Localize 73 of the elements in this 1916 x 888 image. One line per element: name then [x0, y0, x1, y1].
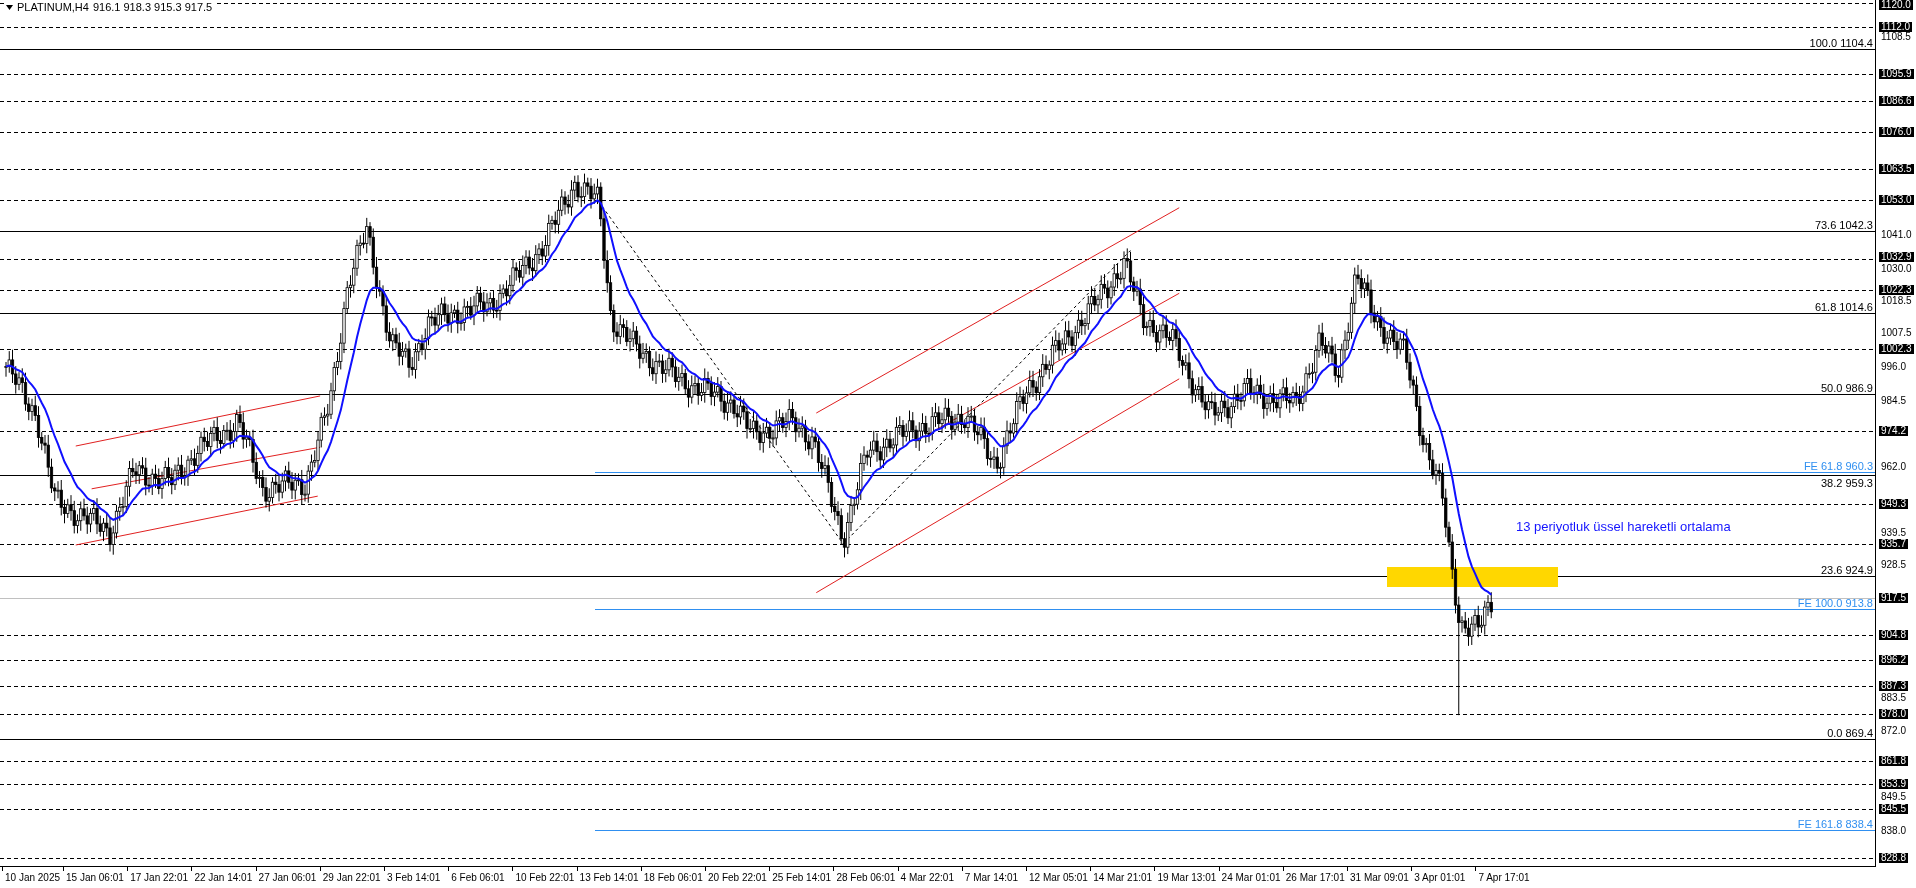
- level-label: FE 61.8 960.3: [1803, 460, 1873, 472]
- time-axis-label: 7 Apr 17:01: [1478, 872, 1530, 883]
- time-axis-label: 28 Feb 06:01: [836, 872, 896, 883]
- price-axis-label: 1095.9: [1879, 69, 1914, 79]
- time-axis-label: 20 Feb 22:01: [708, 872, 767, 883]
- time-axis-label: 3 Apr 01:01: [1414, 872, 1466, 883]
- price-axis-label: 849.5: [1880, 792, 1908, 802]
- price-axis-label: 1002.3: [1879, 344, 1914, 354]
- price-axis-label: 1112.0: [1879, 22, 1913, 32]
- price-axis-label: 845.5: [1879, 804, 1909, 814]
- level-label: FE 161.8 838.4: [1797, 818, 1873, 830]
- price-axis-label: 1063.5: [1879, 164, 1914, 174]
- level-label: 38.2 959.3: [1821, 477, 1873, 489]
- price-axis-label: 1108.5: [1880, 32, 1912, 42]
- price-axis-label: 1032.9: [1879, 252, 1914, 262]
- time-axis-label: 24 Mar 01:01: [1221, 872, 1281, 883]
- price-axis-label: 1007.5: [1880, 328, 1913, 338]
- time-axis-label: 13 Feb 14:01: [579, 872, 639, 883]
- price-axis-label: 928.5: [1880, 560, 1908, 570]
- price-axis-label: 896.2: [1879, 655, 1909, 665]
- price-axis-label: 838.0: [1880, 826, 1908, 836]
- price-axis-label: 904.8: [1879, 630, 1909, 640]
- price-axis-label: 883.5: [1880, 693, 1908, 703]
- time-axis-label: 25 Feb 14:01: [772, 872, 832, 883]
- price-axis-label: 1076.0: [1879, 127, 1914, 137]
- price-axis-label: 974.2: [1879, 426, 1909, 436]
- time-axis-label: 14 Mar 21:01: [1093, 872, 1153, 883]
- price-axis-label: 1018.5: [1880, 296, 1913, 306]
- price-axis-label: 861.8: [1879, 756, 1909, 766]
- price-axis-label: 887.3: [1879, 681, 1909, 691]
- level-label: 23.6 924.9: [1821, 564, 1873, 576]
- price-axis-label: 984.5: [1880, 396, 1908, 406]
- time-axis-label: 6 Feb 06:01: [451, 872, 505, 883]
- price-axis-label: 939.5: [1880, 528, 1908, 538]
- price-axis-label: 853.9: [1879, 779, 1909, 789]
- price-axis-label: 949.3: [1879, 499, 1909, 509]
- price-quote: 916.1 918.3 915.3 917.5: [92, 1, 213, 13]
- price-axis-label: 996.0: [1880, 362, 1908, 372]
- price-axis-label: 1022.3: [1879, 285, 1914, 295]
- price-axis-label: 878.0: [1879, 709, 1909, 719]
- time-axis-label: 18 Feb 06:01: [643, 872, 703, 883]
- time-axis-label: 27 Jan 06:01: [258, 872, 317, 883]
- time-axis-label: 29 Jan 22:01: [322, 872, 381, 883]
- level-label: 50.0 986.9: [1821, 382, 1873, 394]
- price-axis-label: 962.0: [1880, 462, 1908, 472]
- level-label: FE 100.0 913.8: [1797, 597, 1873, 609]
- time-axis-label: 15 Jan 06:01: [66, 872, 124, 883]
- time-axis-label: 26 Mar 17:01: [1285, 872, 1345, 883]
- symbol-label: PLATINUM,H4: [17, 1, 89, 13]
- level-label: 61.8 1014.6: [1814, 301, 1873, 313]
- time-axis-label: 19 Mar 13:01: [1157, 872, 1217, 883]
- level-label: 100.0 1104.4: [1809, 37, 1873, 49]
- time-axis-label: 10 Feb 22:01: [515, 872, 575, 883]
- level-label: 0.0 869.4: [1827, 727, 1873, 739]
- price-axis-label: 1086.6: [1879, 96, 1914, 106]
- price-axis-label: 1120.0: [1879, 0, 1913, 10]
- time-axis-label: 7 Mar 14:01: [964, 872, 1019, 883]
- price-axis-label: 935.7: [1879, 539, 1909, 549]
- time-axis-label: 10 Jan 2025: [5, 872, 61, 883]
- price-axis-label: 872.0: [1880, 726, 1908, 736]
- price-axis-label: 1041.0: [1880, 230, 1913, 240]
- time-axis-label: 31 Mar 09:01: [1350, 872, 1409, 883]
- chart-annotation: 13 periyotluk üssel hareketli ortalama: [1516, 519, 1731, 534]
- time-axis-label: 22 Jan 14:01: [194, 872, 253, 883]
- level-label: 73.6 1042.3: [1814, 219, 1873, 231]
- price-axis-label: 828.8: [1879, 853, 1909, 863]
- time-axis-label: 17 Jan 22:01: [130, 872, 188, 883]
- price-axis-label: 1053.0: [1879, 195, 1914, 205]
- time-axis-label: 3 Feb 14:01: [387, 872, 441, 883]
- price-axis-label: 917.5: [1879, 593, 1909, 603]
- time-axis-label: 12 Mar 05:01: [1029, 872, 1088, 883]
- time-axis-label: 4 Mar 22:01: [900, 872, 954, 883]
- price-axis-label: 1030.0: [1880, 264, 1913, 274]
